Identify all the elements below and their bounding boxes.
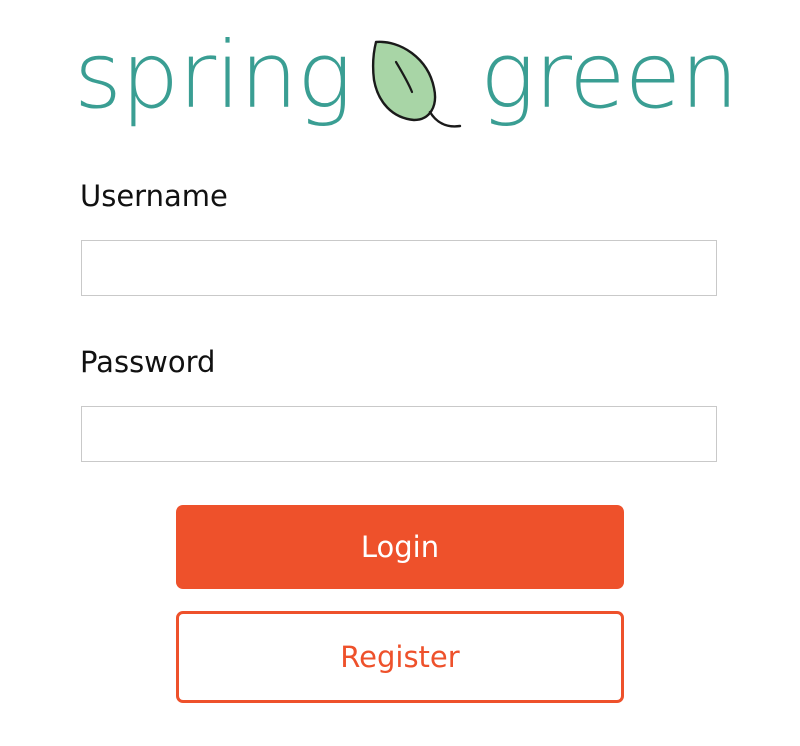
username-label: Username: [80, 179, 228, 213]
password-label: Password: [80, 345, 216, 379]
leaf-icon: [371, 40, 462, 128]
logo-word-green: green: [480, 22, 739, 129]
logo-word-spring: spring: [74, 22, 352, 129]
login-button[interactable]: Login: [176, 505, 624, 589]
password-input[interactable]: [81, 406, 717, 462]
username-input[interactable]: [81, 240, 717, 296]
leaf-stem: [428, 110, 462, 128]
logo: spring green: [74, 22, 739, 142]
register-button[interactable]: Register: [176, 611, 624, 703]
leaf-body: [371, 40, 437, 122]
